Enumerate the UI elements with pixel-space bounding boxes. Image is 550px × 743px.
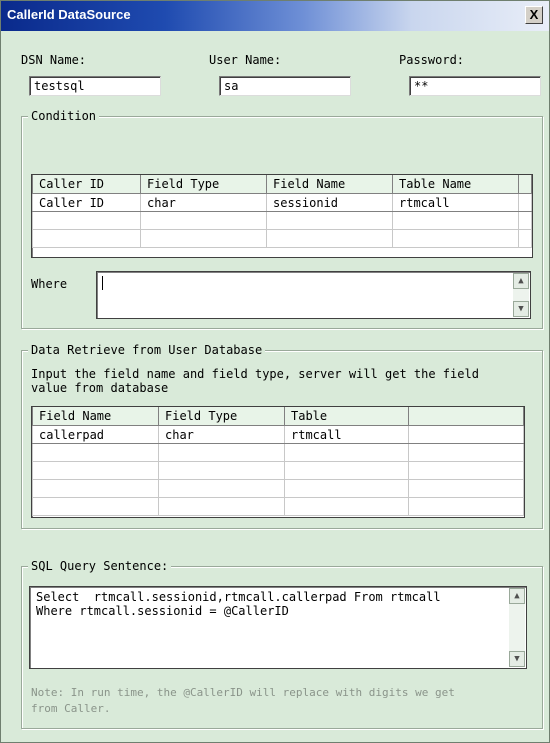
empty-cell[interactable] [392, 229, 519, 248]
retrieve-description-line2: value from database [31, 381, 169, 395]
empty-cell[interactable] [32, 461, 159, 480]
cell-field-type[interactable]: char [158, 425, 285, 444]
empty-cell[interactable] [158, 443, 285, 462]
empty-cell[interactable] [408, 443, 524, 462]
empty-cell [518, 211, 532, 230]
scroll-down-icon[interactable]: ▼ [509, 651, 525, 667]
retrieve-grid[interactable]: Field Name Field Type Table callerpad ch… [31, 406, 525, 518]
empty-cell[interactable] [284, 443, 409, 462]
sql-query-textarea[interactable]: Select rtmcall.sessionid,rtmcall.callerp… [29, 586, 527, 669]
empty-cell[interactable] [408, 461, 524, 480]
dsn-label: DSN Name: [21, 53, 87, 67]
user-name-input[interactable]: sa [219, 76, 351, 96]
cell-field-type[interactable]: char [140, 193, 267, 212]
sql-line1: Select rtmcall.sessionid,rtmcall.callerp… [36, 590, 441, 604]
empty-cell[interactable] [266, 211, 393, 230]
empty-cell[interactable] [408, 479, 524, 498]
column-header-field-type[interactable]: Field Type [158, 407, 285, 426]
cell-field-name[interactable]: callerpad [32, 425, 159, 444]
condition-grid[interactable]: Caller ID Field Type Field Name Table Na… [31, 174, 533, 258]
cell-caller-id[interactable]: Caller ID [32, 193, 141, 212]
table-row[interactable] [32, 229, 532, 248]
dialog-window: CallerId DataSource X DSN Name: testsql … [0, 0, 550, 743]
table-row[interactable] [32, 479, 524, 498]
sql-query-legend: SQL Query Sentence: [28, 559, 172, 573]
note-line1: Note: In run time, the @CallerID will re… [31, 686, 455, 699]
text-caret [102, 276, 103, 290]
column-header-extra[interactable] [408, 407, 524, 426]
where-textarea[interactable]: ▲ ▼ [96, 271, 531, 319]
data-retrieve-legend: Data Retrieve from User Database [28, 343, 266, 357]
where-scrollbar[interactable]: ▲ ▼ [513, 273, 529, 317]
column-header-table[interactable]: Table [284, 407, 409, 426]
table-row[interactable] [32, 497, 524, 516]
table-row[interactable] [32, 211, 532, 230]
user-name-label: User Name: [209, 53, 282, 67]
title-bar[interactable]: CallerId DataSource X [1, 1, 549, 31]
empty-cell[interactable] [32, 497, 159, 516]
empty-cell[interactable] [158, 497, 285, 516]
scroll-down-icon[interactable]: ▼ [513, 301, 529, 317]
table-row[interactable] [32, 461, 524, 480]
table-row[interactable] [32, 443, 524, 462]
empty-cell[interactable] [140, 229, 267, 248]
cell-extra [518, 193, 532, 212]
empty-cell[interactable] [284, 497, 409, 516]
column-header-field-type[interactable]: Field Type [140, 175, 267, 194]
column-header-field-name[interactable]: Field Name [266, 175, 393, 194]
empty-cell[interactable] [32, 443, 159, 462]
sql-line2: Where rtmcall.sessionid = @CallerID [36, 604, 289, 618]
condition-legend: Condition [28, 109, 100, 123]
column-header-extra [518, 175, 532, 194]
empty-cell[interactable] [158, 461, 285, 480]
empty-cell[interactable] [140, 211, 267, 230]
note-line2: from Caller. [31, 702, 111, 715]
close-button[interactable]: X [525, 6, 543, 24]
cell-extra[interactable] [408, 425, 524, 444]
column-header-table-name[interactable]: Table Name [392, 175, 519, 194]
empty-cell[interactable] [32, 211, 141, 230]
scroll-up-icon[interactable]: ▲ [513, 273, 529, 289]
table-row[interactable]: Caller ID char sessionid rtmcall [32, 193, 532, 212]
where-label: Where [31, 277, 68, 291]
empty-cell[interactable] [158, 479, 285, 498]
column-header-caller-id[interactable]: Caller ID [32, 175, 141, 194]
cell-table[interactable]: rtmcall [284, 425, 409, 444]
empty-cell[interactable] [392, 211, 519, 230]
column-header-field-name[interactable]: Field Name [32, 407, 159, 426]
cell-table-name[interactable]: rtmcall [392, 193, 519, 212]
scroll-up-icon[interactable]: ▲ [509, 588, 525, 604]
password-input[interactable]: ** [409, 76, 541, 96]
sql-scrollbar[interactable]: ▲ ▼ [509, 588, 525, 667]
password-label: Password: [399, 53, 465, 67]
empty-cell[interactable] [284, 479, 409, 498]
dsn-name-input[interactable]: testsql [29, 76, 161, 96]
cell-field-name[interactable]: sessionid [266, 193, 393, 212]
empty-cell [518, 229, 532, 248]
empty-cell[interactable] [284, 461, 409, 480]
window-title: CallerId DataSource [7, 7, 131, 22]
empty-cell[interactable] [408, 497, 524, 516]
empty-cell[interactable] [266, 229, 393, 248]
table-row[interactable]: callerpad char rtmcall [32, 425, 524, 444]
empty-cell[interactable] [32, 229, 141, 248]
empty-cell[interactable] [32, 479, 159, 498]
retrieve-description-line1: Input the field name and field type, ser… [31, 367, 479, 381]
